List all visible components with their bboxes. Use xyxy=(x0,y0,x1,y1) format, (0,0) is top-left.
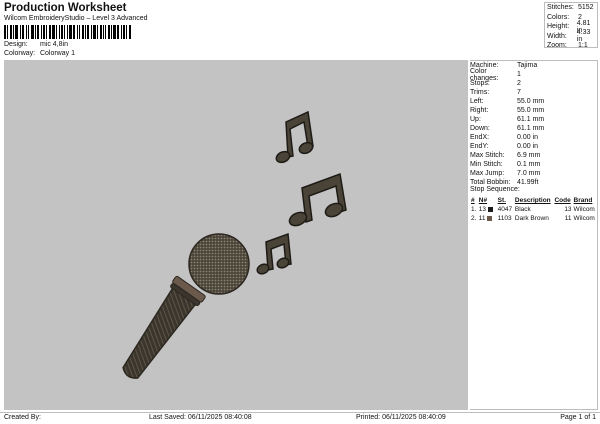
color-swatch xyxy=(487,215,493,221)
info-value: 0.1 mm xyxy=(517,161,541,168)
info-row: Max Jump: 7.0 mm xyxy=(470,169,597,178)
design-label: Design: xyxy=(4,41,28,48)
stop-sequence-table: # N# St. Description Code Brand 1. 13 40… xyxy=(470,196,597,223)
info-value: 61.1 mm xyxy=(517,116,545,123)
design-value: mic 4,8in xyxy=(39,41,68,48)
barcode xyxy=(4,25,140,39)
row-brand: Wilcom xyxy=(573,206,595,213)
info-value: 1 xyxy=(517,71,521,78)
info-row: Trims: 7 xyxy=(470,88,597,97)
stats-value: 5152 xyxy=(578,4,594,12)
row-n: 11 xyxy=(478,214,497,223)
info-row: Down: 61.1 mm xyxy=(470,124,597,133)
info-value: 2 xyxy=(517,80,521,87)
row-num: 1. xyxy=(471,206,477,213)
stats-label: Colors: xyxy=(547,13,570,21)
info-value: Tajima xyxy=(517,62,538,69)
colorway-label: Colorway: xyxy=(4,50,36,57)
info-row: Stops: 2 xyxy=(470,79,597,88)
colorway-row: Colorway: Colorway 1 xyxy=(4,50,75,57)
info-row: EndX: 0.00 in xyxy=(470,133,597,142)
row-description: Dark Brown xyxy=(514,215,549,222)
col-description: Description xyxy=(514,197,551,204)
col-st: St. xyxy=(497,197,506,204)
col-num: # xyxy=(471,197,475,204)
stats-label: Stitches: xyxy=(547,4,574,12)
info-label: Left: xyxy=(470,98,484,105)
col-n: N# xyxy=(478,197,488,204)
embroidery-design-preview xyxy=(122,110,347,379)
music-note-icon xyxy=(275,110,314,164)
stats-stitches: Stitches: 5152 xyxy=(545,3,597,13)
info-value: 6.9 mm xyxy=(517,152,541,159)
music-note-icon xyxy=(288,172,347,227)
table-row: 1. 13 4047 Black 13 Wilcom xyxy=(470,205,597,214)
footer-created-by: Created By: xyxy=(4,414,41,421)
info-row: Color changes: 1 xyxy=(470,68,597,82)
stop-sequence-header-row: # N# St. Description Code Brand xyxy=(470,196,597,205)
info-label: Total Bobbin: xyxy=(470,179,511,186)
col-code: Code xyxy=(554,197,571,204)
machine-info-panel: Machine: Tajima Color changes: 1 Stops: 2 T… xyxy=(470,60,598,410)
info-label: Max Stitch: xyxy=(470,152,505,159)
row-n-value: 11 xyxy=(478,215,486,222)
info-value: 41.99ft xyxy=(517,179,539,186)
info-value: 0.00 in xyxy=(517,134,539,141)
row-st: 1103 xyxy=(497,215,512,222)
info-label: Down: xyxy=(470,125,490,132)
info-row: Up: 61.1 mm xyxy=(470,115,597,124)
row-code: 11 xyxy=(564,215,572,222)
col-brand: Brand xyxy=(573,197,593,204)
info-label: Stops: xyxy=(470,80,490,87)
stats-value: 4.33 in xyxy=(576,29,591,44)
info-row: Left: 55.0 mm xyxy=(470,97,597,106)
footer-page-number: Page 1 of 1 xyxy=(560,414,596,421)
footer-last-saved: Last Saved: 06/11/2025 08:40:08 xyxy=(149,414,252,421)
page-title: Production Worksheet xyxy=(4,2,127,14)
stop-sequence-title: Stop Sequence: xyxy=(470,186,520,193)
info-value: 7 xyxy=(517,89,521,96)
info-label: Max Jump: xyxy=(470,170,505,177)
stats-label: Zoom: xyxy=(547,42,567,50)
info-label: Right: xyxy=(470,107,489,114)
row-n-value: 13 xyxy=(478,206,486,213)
stats-label: Height: xyxy=(547,23,570,31)
info-value: 7.0 mm xyxy=(517,170,541,177)
design-row: Design: mic 4,8in xyxy=(4,41,68,48)
page-footer: Created By: Last Saved: 06/11/2025 08:40… xyxy=(0,412,600,424)
design-stats-box: Stitches: 5152 Colors: 2 Height: 4.81 in Wi… xyxy=(544,2,598,50)
software-subtitle: Wilcom EmbroideryStudio – Level 3 Advanc… xyxy=(4,15,148,22)
microphone-icon xyxy=(122,233,250,379)
row-num: 2. xyxy=(471,215,477,222)
row-st: 4047 xyxy=(497,206,513,213)
row-brand: Wilcom xyxy=(573,215,595,222)
info-label: Up: xyxy=(470,116,481,123)
row-code: 13 xyxy=(564,206,572,213)
colorway-value: Colorway 1 xyxy=(39,50,75,57)
stats-value: 1:1 xyxy=(578,42,588,50)
row-n: 13 xyxy=(478,205,497,214)
table-row: 2. 11 1103 Dark Brown 11 Wilcom xyxy=(470,214,597,223)
color-swatch xyxy=(487,206,493,212)
info-label: Min Stitch: xyxy=(470,161,503,168)
info-value: 0.00 in xyxy=(517,143,539,150)
info-value: 55.0 mm xyxy=(517,98,545,105)
info-row: Max Stitch: 6.9 mm xyxy=(470,151,597,160)
info-value: 55.0 mm xyxy=(517,107,545,114)
music-note-icon xyxy=(256,232,292,275)
stats-label: Width: xyxy=(547,32,567,40)
info-row: Right: 55.0 mm xyxy=(470,106,597,115)
design-preview-canvas[interactable] xyxy=(4,60,468,410)
info-value: 61.1 mm xyxy=(517,125,545,132)
footer-printed: Printed: 06/11/2025 08:40:09 xyxy=(356,414,446,421)
info-label: EndY: xyxy=(470,143,489,150)
info-label: EndX: xyxy=(470,134,490,141)
info-row: Min Stitch: 0.1 mm xyxy=(470,160,597,169)
info-label: Trims: xyxy=(470,89,490,96)
info-row: EndY: 0.00 in xyxy=(470,142,597,151)
stats-width: Width: 4.33 in xyxy=(545,29,597,44)
row-description: Black xyxy=(514,206,531,213)
